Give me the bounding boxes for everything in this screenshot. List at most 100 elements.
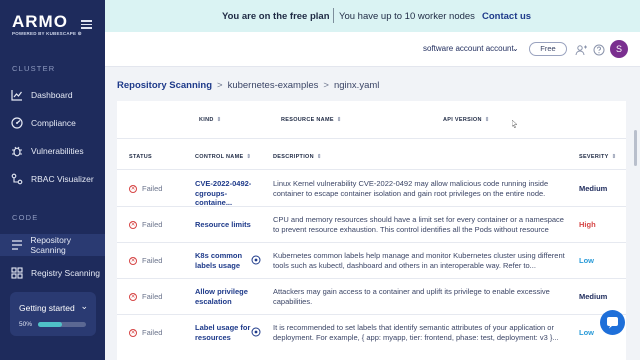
logo-subtitle: POWERED BY KUBESCAPE ⚙ xyxy=(12,31,82,36)
plan-badge[interactable]: Free xyxy=(529,42,567,56)
column-header-control-name[interactable]: CONTROL NAME ⇕ xyxy=(195,154,251,160)
chevron-down-icon[interactable]: ⌄ xyxy=(80,301,88,312)
status-failed: ✕ Failed xyxy=(129,184,162,194)
column-header-status: STATUS xyxy=(129,154,152,160)
menu-icon[interactable] xyxy=(81,20,92,29)
severity-badge: Low xyxy=(579,256,594,265)
sidebar-item-dashboard[interactable]: Dashboard xyxy=(0,84,105,106)
armo-logo[interactable]: ARMO POWERED BY KUBESCAPE ⚙ xyxy=(12,12,82,37)
sidebar-item-repository-scanning[interactable]: Repository Scanning xyxy=(0,234,105,256)
sort-icon: ⇕ xyxy=(216,117,222,123)
failed-icon: ✕ xyxy=(129,184,137,193)
table-row-divider xyxy=(117,242,626,243)
header-label: SEVERITY xyxy=(579,154,609,160)
contact-us-link[interactable]: Contact us xyxy=(482,11,531,22)
sidebar: ARMO POWERED BY KUBESCAPE ⚙ CLUSTER Dash… xyxy=(0,0,105,360)
control-name-link[interactable]: Label usage for resources xyxy=(195,323,251,342)
status-failed: ✕ Failed xyxy=(129,256,162,266)
top-header: software account account ⌄ Free S xyxy=(105,32,640,67)
header-label: DESCRIPTION xyxy=(273,154,314,160)
progress-percent: 50% xyxy=(19,321,33,328)
logo-text: ARMO xyxy=(12,12,68,31)
help-icon[interactable] xyxy=(593,43,605,56)
severity-badge: Medium xyxy=(579,292,608,301)
scrollbar[interactable] xyxy=(634,130,637,166)
banner-divider xyxy=(333,8,334,23)
getting-started-panel[interactable]: Getting started ⌄ 50% xyxy=(10,292,96,336)
breadcrumb-file: nginx.yaml xyxy=(333,80,380,91)
table-row-divider xyxy=(117,314,626,315)
column-header-description[interactable]: DESCRIPTION ⇕ xyxy=(273,154,322,160)
status-failed: ✕ Failed xyxy=(129,220,162,230)
failed-icon: ✕ xyxy=(129,220,137,229)
status-label: Failed xyxy=(142,328,163,337)
rbac-icon xyxy=(10,172,24,186)
status-label: Failed xyxy=(142,256,163,265)
status-label: Failed xyxy=(142,292,163,301)
settings-icon[interactable] xyxy=(251,255,261,265)
chart-icon xyxy=(10,88,24,102)
sidebar-item-label: Repository Scanning xyxy=(30,235,71,255)
bug-icon xyxy=(10,144,24,158)
control-description: CPU and memory resources should have a l… xyxy=(273,215,564,234)
breadcrumb-separator: > xyxy=(217,80,223,91)
avatar[interactable]: S xyxy=(610,40,628,58)
sidebar-item-vulnerabilities[interactable]: Vulnerabilities xyxy=(0,140,105,162)
failed-icon: ✕ xyxy=(129,328,137,337)
registry-icon xyxy=(10,266,24,280)
plan-text: You are on the free plan xyxy=(222,11,330,22)
results-card: KIND ⇕ RESOURCE NAME ⇕ API VERSION ⇕ STATUS… xyxy=(117,101,626,360)
column-header-api-version[interactable]: API VERSION ⇕ xyxy=(443,117,490,123)
chevron-down-icon[interactable]: ⌄ xyxy=(512,44,519,53)
progress-bar xyxy=(38,322,86,327)
mouse-cursor-icon xyxy=(512,120,518,128)
control-name-link[interactable]: Resource limits xyxy=(195,220,263,230)
section-label-code: CODE xyxy=(12,213,39,222)
status-failed: ✕ Failed xyxy=(129,328,162,338)
gauge-icon xyxy=(10,116,24,130)
breadcrumb-separator: > xyxy=(323,80,329,91)
chat-button[interactable] xyxy=(600,310,625,335)
section-label-cluster: CLUSTER xyxy=(12,64,56,73)
table-row-divider xyxy=(117,206,626,207)
control-description: It is recommended to set labels that ide… xyxy=(273,323,559,342)
header-label: CONTROL NAME xyxy=(195,154,244,160)
status-label: Failed xyxy=(142,184,163,193)
nodes-text: You have up to 10 worker nodes xyxy=(339,11,475,22)
sidebar-item-label: Vulnerabilities xyxy=(31,146,84,156)
status-failed: ✕ Failed xyxy=(129,292,162,302)
sidebar-item-compliance[interactable]: Compliance xyxy=(0,112,105,134)
severity-badge: Medium xyxy=(579,184,608,193)
sidebar-item-label: Registry Scanning xyxy=(31,268,100,278)
severity-badge: High xyxy=(579,220,596,229)
header-label: API VERSION xyxy=(443,117,482,123)
add-user-icon[interactable] xyxy=(575,43,587,56)
failed-icon: ✕ xyxy=(129,292,137,301)
control-description: Attackers may gain access to a container… xyxy=(273,287,550,306)
header-label: RESOURCE NAME xyxy=(281,117,334,123)
sort-icon: ⇕ xyxy=(611,154,617,160)
column-header-kind[interactable]: KIND ⇕ xyxy=(199,117,222,123)
divider xyxy=(117,138,626,139)
account-selector[interactable]: software account account xyxy=(423,44,514,53)
progress-bar-fill xyxy=(38,322,62,327)
breadcrumb: Repository Scanning > kubernetes-examples >… xyxy=(117,80,379,91)
column-header-severity[interactable]: SEVERITY ⇕ xyxy=(579,154,617,160)
breadcrumb-repo[interactable]: kubernetes-examples xyxy=(228,80,319,91)
control-description: Linux Kernel vulnerability CVE-2022-0492… xyxy=(273,179,549,198)
header-label: KIND xyxy=(199,117,214,123)
sort-icon: ⇕ xyxy=(484,117,490,123)
breadcrumb-repository-scanning[interactable]: Repository Scanning xyxy=(117,80,212,91)
control-name-link[interactable]: CVE-2022-0492-cgroups-containe... xyxy=(195,179,263,208)
sidebar-item-label: RBAC Visualizer xyxy=(31,174,94,184)
sidebar-item-rbac-visualizer[interactable]: RBAC Visualizer xyxy=(0,168,105,190)
column-header-resource-name[interactable]: RESOURCE NAME ⇕ xyxy=(281,117,342,123)
sidebar-item-registry-scanning[interactable]: Registry Scanning xyxy=(0,262,105,284)
settings-icon[interactable] xyxy=(251,327,261,337)
severity-badge: Low xyxy=(579,328,594,337)
control-name-link[interactable]: Allow privilege escalation xyxy=(195,287,255,306)
sort-icon: ⇕ xyxy=(246,154,252,160)
sidebar-item-label: Dashboard xyxy=(31,90,73,100)
control-description: Kubernetes common labels help manage and… xyxy=(273,251,565,270)
control-name-link[interactable]: K8s common labels usage xyxy=(195,251,243,270)
